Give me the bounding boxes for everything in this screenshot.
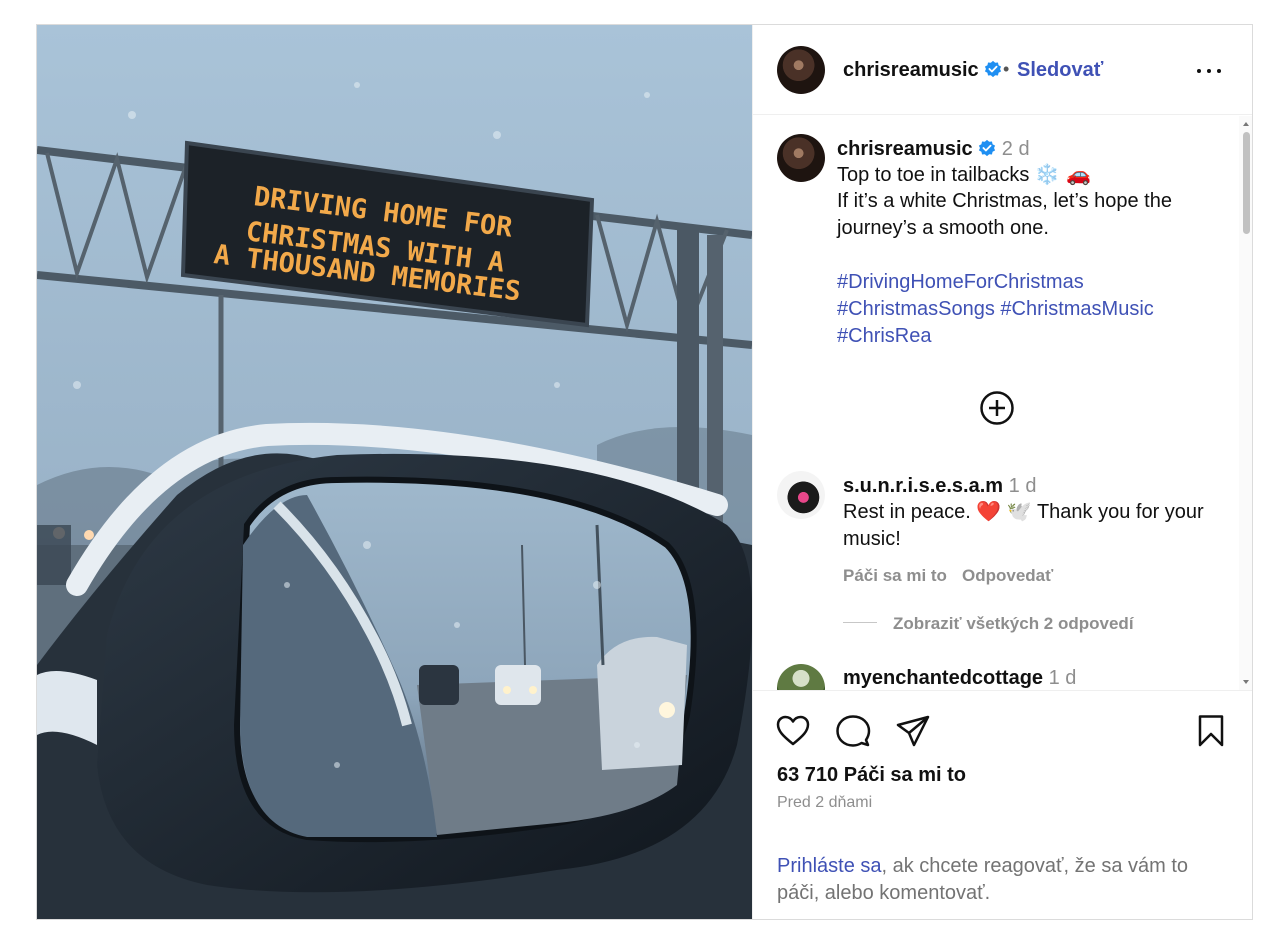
post-photo[interactable]: DRIVING HOME FOR CHRISTMAS WITH A A THOU… (37, 25, 752, 919)
caption-line-1: Top to toe in tailbacks ❄️ 🚗 (837, 162, 1092, 186)
comment-avatar[interactable] (777, 471, 825, 519)
post-actions: 63 710 Páči sa mi to Pred 2 dňami Prihlá… (753, 690, 1252, 919)
bookmark-icon[interactable] (1193, 713, 1229, 749)
caption-username[interactable]: chrisreamusic 2 d (837, 138, 1030, 161)
verified-badge-icon (979, 139, 996, 157)
login-link[interactable]: Prihláste sa (777, 855, 882, 877)
scroll-up-arrow-icon[interactable] (1243, 122, 1249, 126)
hashtag-line-1[interactable]: #DrivingHomeForChristmas (837, 269, 1084, 296)
caption-line-2: If it’s a white Christmas, let’s hope th… (837, 190, 1172, 212)
login-prompt: Prihláste sa, ak chcete reagovať, že sa … (777, 853, 1217, 907)
post-header: chrisreamusic • Sledovať (753, 25, 1252, 115)
caption-avatar[interactable] (777, 134, 825, 182)
comment-avatar[interactable] (777, 664, 825, 690)
scroll-down-arrow-icon[interactable] (1243, 680, 1249, 684)
hashtag-line-2[interactable]: #ChristmasSongs #ChristmasMusic (837, 296, 1154, 323)
more-options-icon[interactable] (1195, 61, 1223, 81)
comments-scrollbar[interactable] (1239, 116, 1252, 690)
post-card: DRIVING HOME FOR CHRISTMAS WITH A A THOU… (36, 24, 1253, 920)
author-username[interactable]: chrisreamusic (843, 59, 1002, 82)
replies-divider (843, 622, 877, 623)
comments-scroll-area[interactable]: chrisreamusic 2 d Top to toe in tailback… (753, 116, 1252, 690)
comment-text-line-1: Rest in peace. ❤️ 🕊️ Thank you for your (843, 501, 1204, 523)
post-date[interactable]: Pred 2 dňami (777, 794, 872, 812)
follow-button[interactable]: Sledovať (1017, 59, 1103, 82)
comment-like-button[interactable]: Páči sa mi to (843, 566, 947, 586)
verified-badge-icon (985, 60, 1002, 78)
view-replies-button[interactable]: Zobraziť všetkých 2 odpovedí (893, 614, 1134, 634)
caption-line-3: journey’s a smooth one. (837, 217, 1049, 239)
avatar[interactable] (777, 46, 825, 94)
comment-text-line-2: music! (843, 528, 901, 550)
post-side-panel: chrisreamusic • Sledovať chrisreamusic 2… (752, 25, 1252, 919)
load-more-comments-icon[interactable] (979, 390, 1015, 426)
share-icon[interactable] (895, 713, 931, 749)
likes-count[interactable]: 63 710 Páči sa mi to (777, 764, 966, 787)
photo-illustration: DRIVING HOME FOR CHRISTMAS WITH A A THOU… (37, 25, 752, 919)
hashtag-line-3[interactable]: #ChrisRea (837, 323, 931, 350)
comment-username[interactable]: myenchantedcottage 1 d (843, 667, 1076, 690)
comment-icon[interactable] (835, 713, 871, 749)
scrollbar-thumb[interactable] (1243, 132, 1250, 234)
caption-time[interactable]: 2 d (1002, 138, 1030, 160)
heart-icon[interactable] (775, 713, 811, 749)
comment-username[interactable]: s.u.n.r.i.s.e.s.a.m 1 d (843, 475, 1036, 498)
snowflake-car-emoji: ❄️ 🚗 (1034, 162, 1092, 186)
comment-time: 1 d (1048, 667, 1077, 689)
comment-reply-button[interactable]: Odpovedať (962, 566, 1053, 586)
comment-time: 1 d (1008, 475, 1037, 497)
header-separator: • (1003, 59, 1010, 79)
